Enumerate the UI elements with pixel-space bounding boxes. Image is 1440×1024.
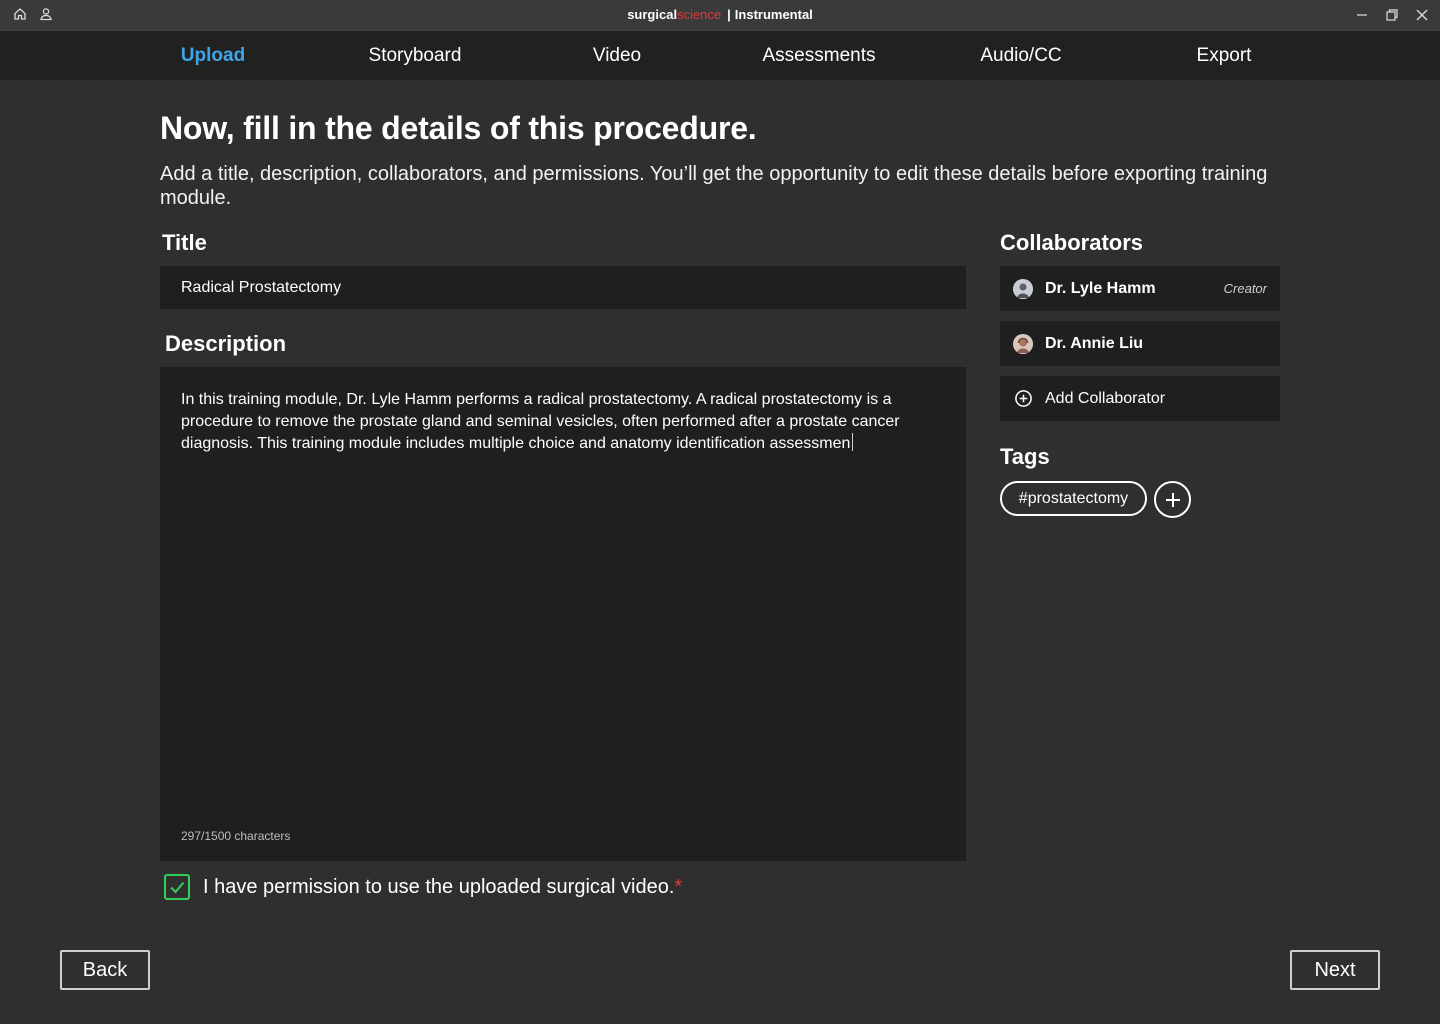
collaborator-card[interactable]: Dr. Lyle Hamm Creator (1000, 266, 1280, 311)
plus-circle-icon (1013, 389, 1033, 409)
step-navigation: Upload Storyboard Video Assessments Audi… (0, 31, 1440, 80)
plus-icon (1165, 492, 1180, 507)
brand-logo-part2: science (677, 7, 722, 22)
avatar (1013, 278, 1033, 299)
add-collaborator-button[interactable]: Add Collaborator (1000, 376, 1280, 421)
avatar (1013, 333, 1033, 354)
minimize-icon[interactable] (1354, 6, 1370, 24)
permission-row: I have permission to use the uploaded su… (164, 874, 682, 900)
restore-icon[interactable] (1384, 6, 1400, 24)
app-name: Instrumental (734, 7, 813, 22)
permission-label: I have permission to use the uploaded su… (203, 874, 682, 900)
character-counter: 297/1500 characters (181, 829, 291, 843)
description-text: In this training module, Dr. Lyle Hamm p… (181, 389, 951, 455)
collaborator-card[interactable]: Dr. Annie Liu (1000, 321, 1280, 366)
window-controls (1354, 6, 1430, 24)
permission-text: I have permission to use the uploaded su… (203, 876, 675, 898)
required-asterisk: * (674, 876, 683, 898)
add-tag-button[interactable] (1154, 481, 1191, 518)
description-value: In this training module, Dr. Lyle Hamm p… (181, 391, 900, 452)
tab-upload[interactable]: Upload (113, 31, 313, 80)
close-icon[interactable] (1414, 6, 1430, 24)
text-caret (852, 433, 854, 451)
tags-label: Tags (1000, 444, 1050, 469)
page-subtitle: Add a title, description, collaborators,… (160, 163, 1268, 209)
collaborator-role: Creator (1223, 281, 1267, 296)
collaborator-name: Dr. Annie Liu (1045, 334, 1144, 352)
tab-assessments[interactable]: Assessments (719, 31, 919, 80)
window-titlebar: surgicalscience | Instrumental (0, 0, 1440, 31)
collaborators-label: Collaborators (1000, 230, 1144, 255)
tab-video[interactable]: Video (517, 31, 717, 80)
tag-chip[interactable]: #prostatectomy (1000, 481, 1147, 516)
tab-audio-cc[interactable]: Audio/CC (921, 31, 1121, 80)
permission-checkbox[interactable] (164, 874, 190, 900)
next-button[interactable]: Next (1290, 950, 1380, 990)
add-collaborator-label: Add Collaborator (1045, 389, 1166, 407)
description-label: Description (165, 331, 287, 356)
collaborator-name: Dr. Lyle Hamm (1045, 279, 1156, 297)
brand-logo-part1: surgical (627, 7, 678, 22)
page-title: Now, fill in the details of this procedu… (160, 110, 757, 146)
tab-export[interactable]: Export (1124, 31, 1324, 80)
app-title: surgicalscience | Instrumental (0, 7, 1440, 23)
title-separator: | (727, 7, 731, 22)
title-label: Title (162, 230, 207, 255)
title-input[interactable] (160, 266, 966, 309)
description-textarea[interactable]: In this training module, Dr. Lyle Hamm p… (160, 367, 966, 861)
back-button[interactable]: Back (60, 950, 150, 990)
tab-storyboard[interactable]: Storyboard (315, 31, 515, 80)
